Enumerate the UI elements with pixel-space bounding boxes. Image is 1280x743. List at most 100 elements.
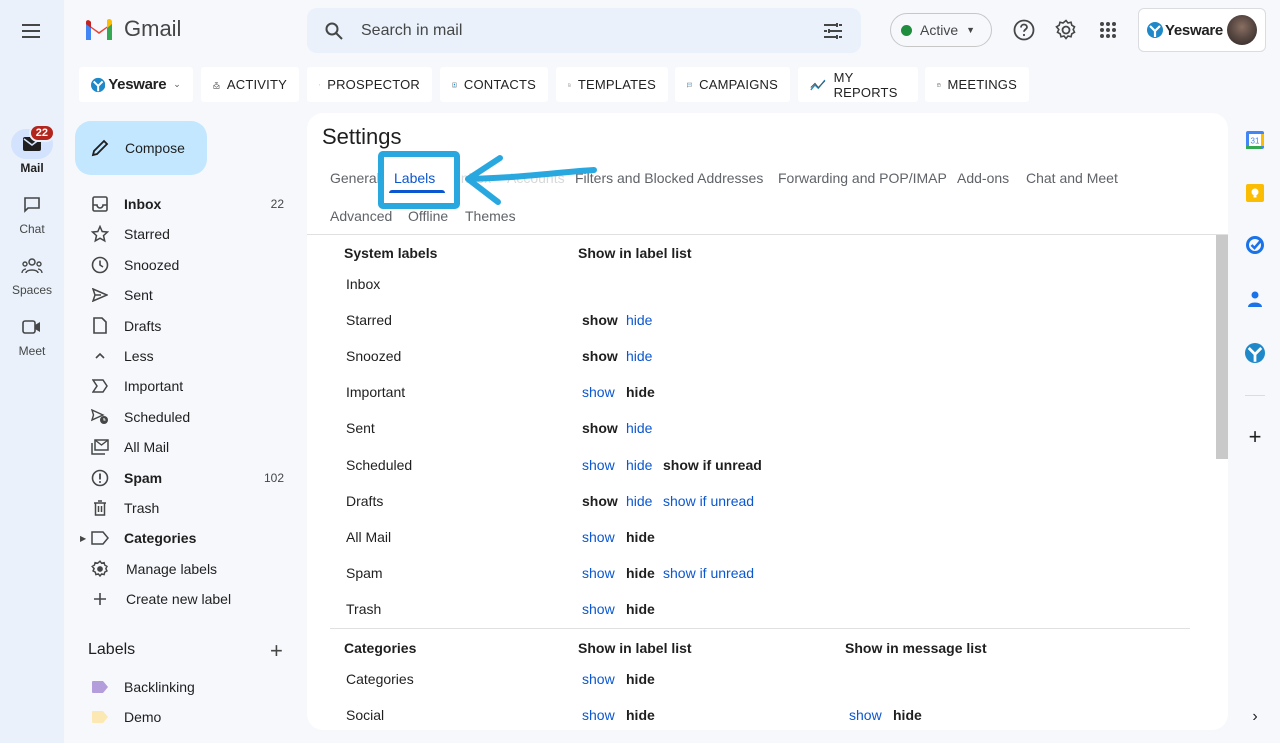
apps-button[interactable] — [1096, 18, 1120, 42]
annotation-occlusion — [453, 165, 571, 191]
label-row: Inbox — [307, 276, 1207, 306]
yesware-meetings-button[interactable]: 1 MEETINGS — [925, 67, 1029, 102]
templates-icon — [568, 82, 571, 87]
user-label-backlinking[interactable]: Backlinking — [80, 672, 300, 702]
user-label-demo[interactable]: Demo — [80, 702, 300, 732]
option-hide: hide — [626, 564, 655, 581]
label-row: Spam show hide show if unread — [307, 565, 1207, 595]
option-show-if-unread[interactable]: show if unread — [663, 565, 754, 581]
nav-item-label: Important — [124, 378, 184, 395]
nav-item-spam[interactable]: Spam 102 — [80, 463, 300, 493]
main-menu-button[interactable] — [18, 18, 44, 44]
yesware-prospector-button[interactable]: PROSPECTOR — [307, 67, 432, 102]
yesware-menu-button[interactable]: Yesware ⌄ — [79, 67, 193, 102]
option-show[interactable]: show — [582, 707, 615, 723]
yesware-activity-button[interactable]: ACTIVITY — [201, 67, 299, 102]
option-show[interactable]: show — [582, 565, 615, 581]
yesware-contacts-button[interactable]: CONTACTS — [440, 67, 548, 102]
yesware-campaigns-button[interactable]: CAMPAIGNS — [675, 67, 790, 102]
rail-item-spaces[interactable]: Spaces — [0, 251, 64, 297]
tasks-app-button[interactable] — [1244, 234, 1266, 256]
option-hide[interactable]: hide — [626, 348, 652, 364]
option-hide: hide — [626, 528, 655, 545]
expand-arrow-icon[interactable]: ▶ — [80, 534, 86, 543]
get-add-ons-button[interactable]: + — [1244, 424, 1266, 449]
nav-item-all-mail[interactable]: All Mail — [80, 432, 300, 462]
option-hide[interactable]: hide — [626, 312, 652, 328]
video-camera-icon — [22, 320, 40, 334]
tab-general[interactable]: General — [330, 170, 380, 186]
nav-item-less[interactable]: Less — [80, 341, 300, 371]
option-show[interactable]: show — [582, 457, 615, 473]
nav-item-important[interactable]: Important — [80, 371, 300, 401]
nav-item-trash[interactable]: Trash — [80, 493, 300, 523]
option-show[interactable]: show — [582, 671, 615, 687]
option-hide[interactable]: hide — [626, 493, 652, 509]
help-button[interactable] — [1012, 18, 1036, 42]
tab-filters[interactable]: Filters and Blocked Addresses — [575, 170, 763, 186]
nav-item-count: 22 — [270, 197, 284, 211]
keep-app-button[interactable] — [1244, 182, 1266, 204]
account-button[interactable]: Yesware — [1138, 8, 1266, 52]
status-label: Active — [920, 22, 959, 38]
show-side-panel-button[interactable]: › — [1244, 706, 1266, 728]
nav-item-scheduled[interactable]: Scheduled — [80, 402, 300, 432]
calendar-app-button[interactable]: 31 — [1244, 129, 1266, 151]
option-show[interactable]: show — [582, 601, 615, 617]
nav-item-snoozed[interactable]: Snoozed — [80, 250, 300, 280]
toolbar-label: ACTIVITY — [226, 77, 287, 92]
option-hide[interactable]: hide — [626, 420, 652, 436]
option-show[interactable]: show — [582, 384, 615, 400]
settings-button[interactable] — [1054, 18, 1078, 42]
rail-item-mail[interactable]: 22 Mail — [0, 124, 64, 175]
nav-item-label: Snoozed — [124, 256, 180, 273]
search-bar[interactable]: Search in mail — [307, 8, 861, 53]
search-icon[interactable] — [325, 22, 343, 40]
yesware-app-button[interactable] — [1244, 342, 1266, 364]
nav-item-categories[interactable]: ▶ Categories — [80, 523, 300, 553]
nav-item-drafts[interactable]: Drafts — [80, 311, 300, 341]
gmail-logo[interactable]: Gmail — [84, 16, 181, 42]
all-mail-icon — [90, 437, 110, 457]
compose-button[interactable]: Compose — [75, 121, 207, 175]
nav-item-starred[interactable]: Starred — [80, 219, 300, 249]
tab-add-ons[interactable]: Add-ons — [957, 170, 1009, 186]
tab-advanced[interactable]: Advanced — [330, 208, 392, 224]
spaces-icon — [21, 258, 43, 274]
scrollbar-thumb[interactable] — [1216, 235, 1228, 459]
yesware-icon — [91, 77, 106, 92]
yesware-my-reports-button[interactable]: MY REPORTS — [798, 67, 918, 102]
contacts-app-button[interactable] — [1244, 288, 1266, 310]
search-input[interactable]: Search in mail — [361, 22, 823, 40]
nav-item-inbox[interactable]: Inbox 22 — [80, 189, 300, 219]
option-show[interactable]: show — [849, 707, 882, 723]
nav-item-label: Less — [124, 348, 154, 364]
nav-item-label: Backlinking — [124, 679, 195, 695]
tab-offline[interactable]: Offline — [408, 208, 448, 224]
labels-section-title: Labels — [88, 641, 136, 658]
status-dropdown[interactable]: Active ▼ — [890, 13, 992, 47]
label-icon — [90, 528, 110, 548]
add-label-button[interactable]: + — [270, 640, 283, 662]
option-show[interactable]: show — [582, 529, 615, 545]
rail-item-chat[interactable]: Chat — [0, 190, 64, 236]
search-options-icon[interactable] — [823, 22, 843, 40]
label-row: Trash show hide — [307, 601, 1207, 631]
toolbar-label: CAMPAIGNS — [699, 77, 778, 92]
tab-forwarding[interactable]: Forwarding and POP/IMAP — [778, 170, 947, 186]
app-name: Gmail — [124, 16, 182, 41]
rail-item-meet[interactable]: Meet — [0, 312, 64, 358]
tab-themes[interactable]: Themes — [465, 208, 516, 224]
option-hide[interactable]: hide — [626, 457, 652, 473]
column-header: Categories — [344, 640, 417, 656]
option-show-if-unread[interactable]: show if unread — [663, 493, 754, 509]
nav-item-manage-labels[interactable]: Manage labels — [80, 554, 300, 584]
user-avatar[interactable] — [1227, 15, 1257, 45]
yesware-templates-button[interactable]: TEMPLATES — [556, 67, 668, 102]
nav-item-label: All Mail — [124, 439, 170, 456]
nav-item-sent[interactable]: Sent — [80, 280, 300, 310]
tab-chat-and-meet[interactable]: Chat and Meet — [1026, 170, 1118, 186]
tab-labels[interactable]: Labels — [394, 170, 435, 186]
label-color-icon — [90, 707, 110, 727]
nav-item-create-new-label[interactable]: Create new label — [80, 584, 300, 614]
